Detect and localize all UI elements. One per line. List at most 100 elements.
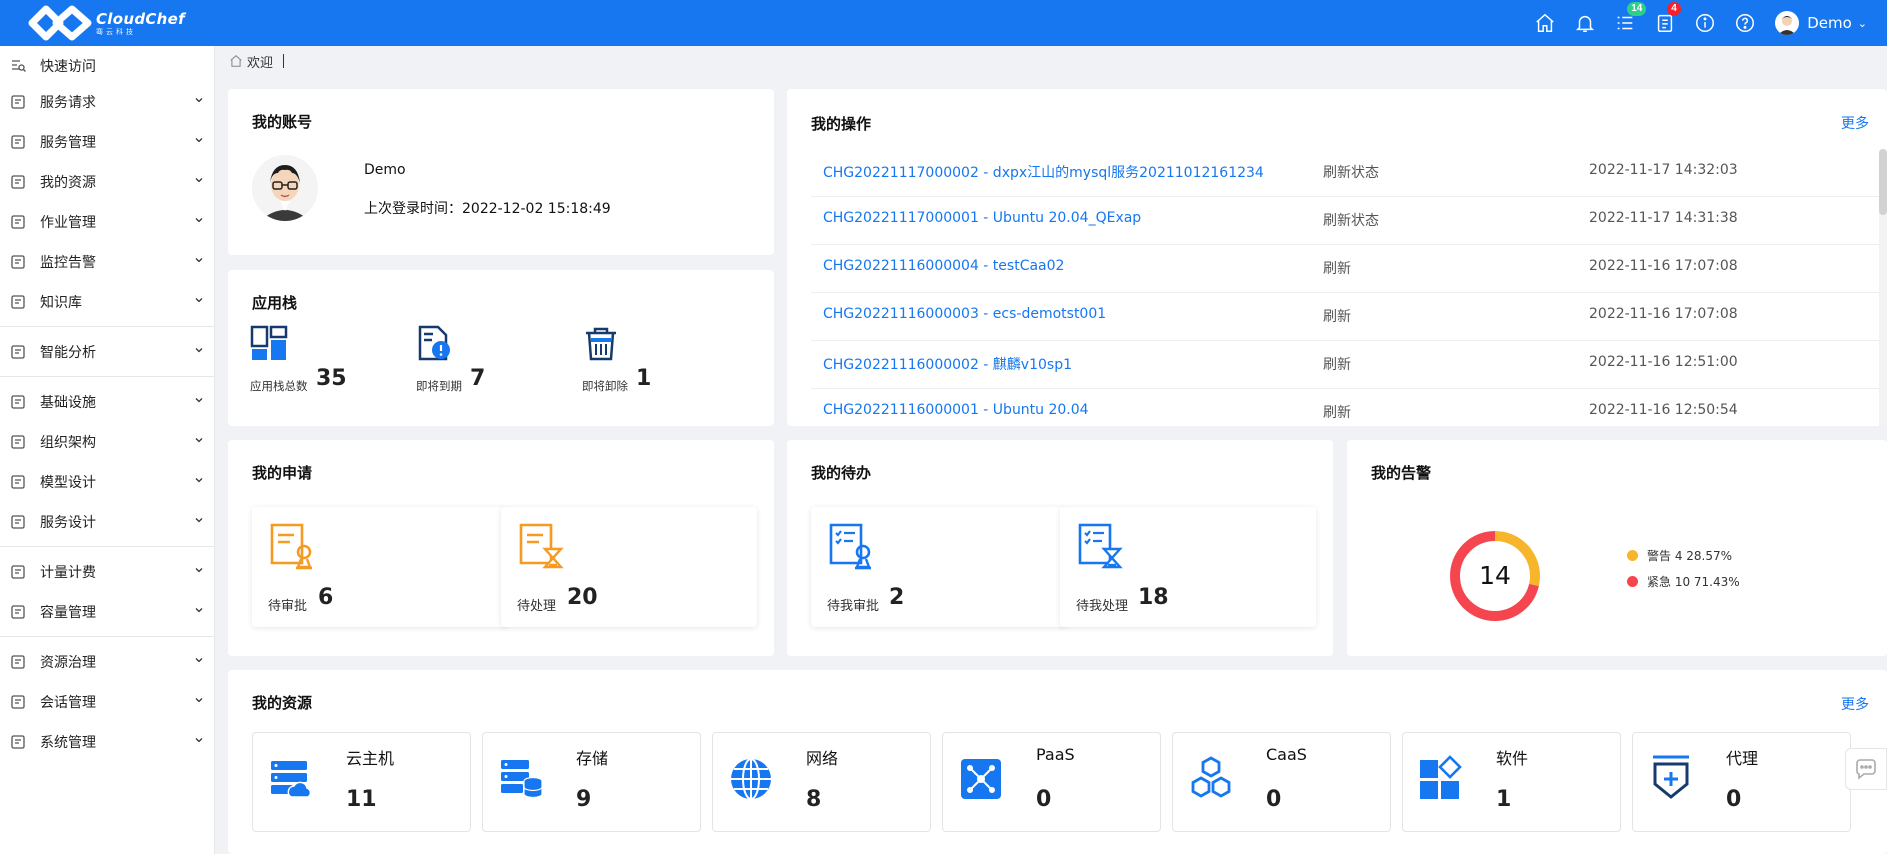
capacity-icon <box>11 605 25 619</box>
resource-card-paas[interactable]: PaaS 0 <box>942 732 1161 832</box>
sidebar-item-label: 服务设计 <box>40 515 96 531</box>
task-list-button[interactable]: 14 <box>1605 0 1647 46</box>
storage-icon <box>501 760 543 799</box>
sidebar-item-billing[interactable]: 计量计费 <box>0 556 215 588</box>
operations-title: 我的操作 <box>811 115 872 133</box>
resource-card-storage[interactable]: 存储 9 <box>482 732 701 832</box>
sidebar-item-service-design[interactable]: 服务设计 <box>0 506 215 538</box>
legend-warning[interactable]: 警告 4 28.57% <box>1627 547 1732 564</box>
pending-approval-tile[interactable]: 待审批 6 <box>252 507 508 627</box>
resource-count: 8 <box>806 787 822 812</box>
operation-link[interactable]: CHG20221116000002 - 麒麟v10sp1 <box>823 354 1072 374</box>
top-bar: CloudChef 骞云科技 14 4 Demo ⌄ <box>0 0 1887 46</box>
resources-more-link[interactable]: 更多 <box>1841 694 1869 714</box>
logo[interactable]: CloudChef 骞云科技 <box>28 2 185 44</box>
chevron-down-icon <box>195 518 203 523</box>
operations-scrollbar-thumb[interactable] <box>1879 149 1887 215</box>
sidebar-item-analysis[interactable]: 智能分析 <box>0 336 215 368</box>
resource-card-cloud-host[interactable]: 云主机 11 <box>252 732 471 832</box>
operation-time: 2022-11-17 14:31:38 <box>1589 210 1738 226</box>
resource-label: 存储 <box>576 749 609 768</box>
sidebar-item-service-request[interactable]: 服务请求 <box>0 86 215 118</box>
knowledge-base-icon <box>11 295 25 309</box>
resource-card-caas[interactable]: CaaS 0 <box>1172 732 1391 832</box>
approval-checklist-icon <box>829 523 871 570</box>
operation-action: 刷新 <box>1323 405 1351 421</box>
sidebar-item-infrastructure[interactable]: 基础设施 <box>0 386 215 418</box>
chevron-down-icon <box>195 658 203 663</box>
sidebar-divider <box>0 376 215 377</box>
chat-button[interactable] <box>1845 748 1887 790</box>
operation-link[interactable]: CHG20221116000003 - ecs-demotst001 <box>823 306 1106 322</box>
info-button[interactable] <box>1685 0 1725 46</box>
organization-icon <box>11 435 25 449</box>
chevron-down-icon <box>195 218 203 223</box>
uninstalling-stat[interactable]: 即将卸除 1 <box>582 324 702 404</box>
sidebar-item-label: 会话管理 <box>40 695 96 711</box>
model-design-icon <box>11 475 25 489</box>
breadcrumb-welcome[interactable]: 欢迎 <box>247 52 273 71</box>
sidebar-item-label: 计量计费 <box>40 565 96 581</box>
network-icon <box>731 758 771 800</box>
chevron-down-icon <box>195 138 203 143</box>
resource-count: 11 <box>346 787 377 812</box>
last-login-time: 上次登录时间：2022-12-02 15:18:49 <box>364 201 611 217</box>
chevron-down-icon <box>195 298 203 303</box>
sidebar-item-quick-access[interactable]: 快速访问 <box>0 50 215 82</box>
help-button[interactable] <box>1725 0 1765 46</box>
home-outline-icon[interactable] <box>229 54 243 68</box>
resource-count: 0 <box>1266 787 1282 812</box>
notification-button[interactable] <box>1565 0 1605 46</box>
sidebar-item-label: 服务管理 <box>40 135 96 151</box>
resource-count: 1 <box>1496 787 1512 812</box>
chevron-down-icon <box>195 98 203 103</box>
stack-total-stat[interactable]: 应用栈总数 35 <box>250 324 370 404</box>
my-resource-icon <box>11 175 25 189</box>
legend-critical[interactable]: 紧急 10 71.43% <box>1627 573 1740 590</box>
job-manage-icon <box>11 215 25 229</box>
sidebar-item-job-manage[interactable]: 作业管理 <box>0 206 215 238</box>
sidebar-item-organization[interactable]: 组织架构 <box>0 426 215 458</box>
resources-title: 我的资源 <box>252 694 313 712</box>
operation-link[interactable]: CHG20221116000001 - Ubuntu 20.04 <box>823 402 1089 418</box>
pending-process-value: 20 <box>567 585 598 610</box>
chat-icon <box>1856 759 1876 780</box>
sidebar-item-my-resource[interactable]: 我的资源 <box>0 166 215 198</box>
sidebar-item-session[interactable]: 会话管理 <box>0 686 215 718</box>
sidebar-item-model-design[interactable]: 模型设计 <box>0 466 215 498</box>
resource-card-agent[interactable]: 代理 0 <box>1632 732 1851 832</box>
stack-total-value: 35 <box>316 366 347 391</box>
operations-more-link[interactable]: 更多 <box>1841 113 1869 133</box>
sidebar-item-capacity[interactable]: 容量管理 <box>0 596 215 628</box>
expiring-stat[interactable]: 即将到期 7 <box>416 324 536 404</box>
pending-process-label: 待处理 <box>517 599 557 614</box>
order-button[interactable]: 4 <box>1645 0 1685 46</box>
requests-title: 我的申请 <box>252 464 313 482</box>
resource-count: 0 <box>1036 787 1052 812</box>
pending-process-tile[interactable]: 待处理 20 <box>501 507 757 627</box>
sidebar-item-governance[interactable]: 资源治理 <box>0 646 215 678</box>
info-icon <box>1696 14 1715 32</box>
home-button[interactable] <box>1525 0 1565 46</box>
chevron-down-icon <box>195 568 203 573</box>
sidebar-item-knowledge-base[interactable]: 知识库 <box>0 286 215 318</box>
operation-link[interactable]: CHG20221117000001 - Ubuntu 20.04_QExap <box>823 210 1141 226</box>
my-process-tile[interactable]: 待我处理 18 <box>1060 507 1316 627</box>
operation-link[interactable]: CHG20221117000002 - dxpx江山的mysql服务202110… <box>823 162 1264 182</box>
my-approval-tile[interactable]: 待我审批 2 <box>811 507 1067 627</box>
critical-dot <box>1627 576 1638 587</box>
sidebar-divider <box>0 326 215 327</box>
resource-label: 网络 <box>806 749 839 768</box>
legend-warning-label: 警告 4 28.57% <box>1647 549 1733 563</box>
sidebar-item-monitor-alert[interactable]: 监控告警 <box>0 246 215 278</box>
resource-card-software[interactable]: 软件 1 <box>1402 732 1621 832</box>
user-menu[interactable]: Demo ⌄ <box>1775 11 1867 35</box>
sidebar-item-system[interactable]: 系统管理 <box>0 726 215 758</box>
avatar <box>1775 11 1800 35</box>
sidebar-item-service-manage[interactable]: 服务管理 <box>0 126 215 158</box>
resources-card: 我的资源 更多 云主机 11 存储 9 网络 8 PaaS 0 CaaS 0 软件 1 代理 0 <box>228 670 1887 854</box>
caas-icon <box>1191 756 1231 798</box>
process-checklist-icon <box>1078 523 1123 569</box>
resource-card-network[interactable]: 网络 8 <box>712 732 931 832</box>
operation-link[interactable]: CHG20221116000004 - testCaa02 <box>823 258 1064 274</box>
